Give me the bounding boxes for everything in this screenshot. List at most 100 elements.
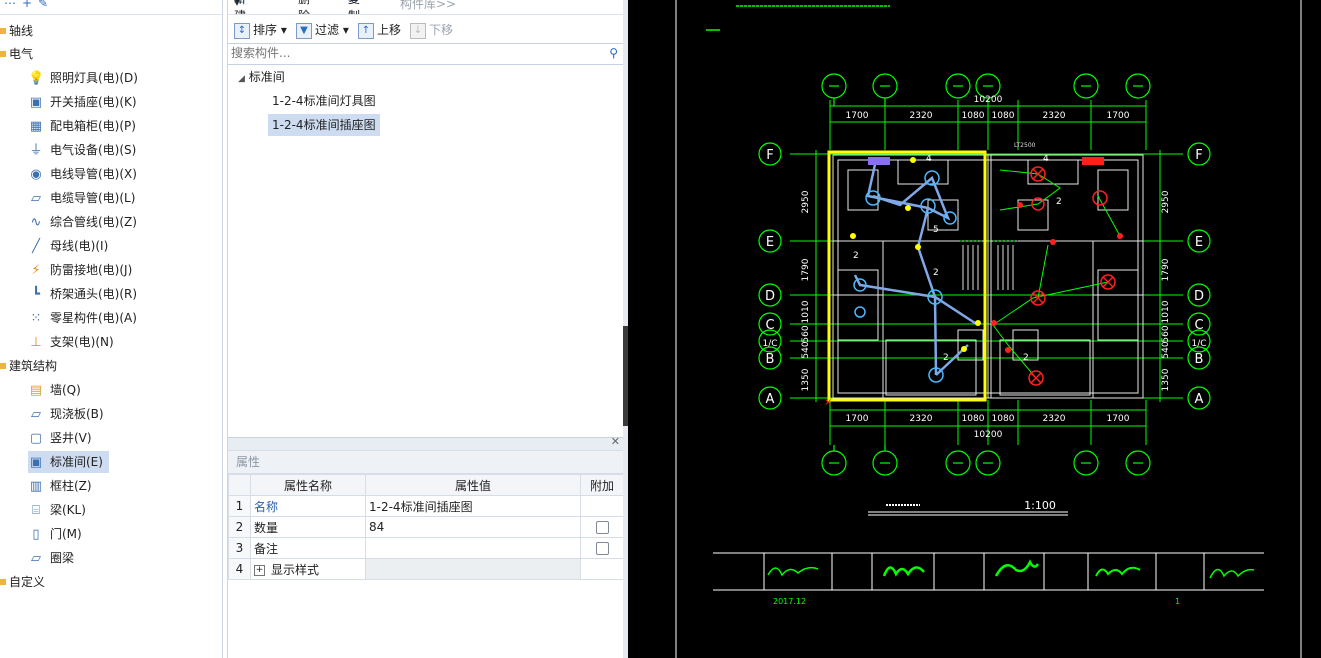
search-icon[interactable]: ⚲ bbox=[609, 46, 618, 60]
tree-item-electrical-device[interactable]: ⏚ 电气设备(电)(S) bbox=[28, 139, 142, 161]
lightning-icon: ⚡ bbox=[31, 262, 41, 278]
tree-item-pipeline[interactable]: ∿ 综合管线(电)(Z) bbox=[28, 211, 143, 233]
item-label: 防雷接地(电)(J) bbox=[50, 263, 133, 277]
side-dim: 1010 bbox=[801, 300, 811, 323]
item-label: 母线(电)(I) bbox=[50, 239, 109, 253]
origin-marker: × bbox=[824, 397, 832, 408]
collapse-arrow-icon[interactable]: ◢ bbox=[238, 74, 245, 84]
svg-text:2: 2 bbox=[1056, 197, 1062, 207]
tree-item-door[interactable]: ▯ 门(M) bbox=[28, 523, 88, 545]
item-label: 综合管线(电)(Z) bbox=[50, 215, 137, 229]
row-number: 1 bbox=[228, 495, 251, 517]
tree-item-switch-socket[interactable]: ▣ 开关插座(电)(K) bbox=[28, 91, 143, 113]
row-label-right: B bbox=[1195, 352, 1204, 367]
filter-button[interactable]: ▼ 过滤 ▾ bbox=[296, 21, 349, 39]
expand-icon[interactable]: + bbox=[254, 564, 265, 576]
side-dim: 1350 bbox=[1161, 368, 1171, 391]
new-button[interactable]: ▢ 新建 ▾ bbox=[234, 0, 246, 14]
tree-category-electrical[interactable]: 电气 bbox=[0, 43, 33, 65]
tree-item-slab[interactable]: ▱ 现浇板(B) bbox=[28, 403, 110, 425]
move-down-button[interactable]: ↓ 下移 bbox=[410, 21, 453, 39]
property-value[interactable] bbox=[365, 537, 581, 559]
component-item[interactable]: 1-2-4标准间灯具图 bbox=[268, 90, 380, 112]
tree-item-wall[interactable]: ▤ 墙(Q) bbox=[28, 379, 87, 401]
extra-checkbox[interactable] bbox=[595, 521, 609, 534]
row-label-left: E bbox=[766, 235, 774, 250]
property-name[interactable]: + 显示样式 bbox=[250, 558, 366, 580]
signature-3 bbox=[994, 559, 1040, 577]
table-row[interactable]: 4 + 显示样式 bbox=[228, 558, 624, 580]
signatures bbox=[767, 559, 1255, 579]
side-dim: 560 bbox=[801, 325, 811, 342]
component-panel: ▢ 新建 ▾ ✕ 删除 ❐ 复制 构件库>> ↕排序 ▾ ▼过滤 ▾ ↑上移 ↓… bbox=[227, 0, 625, 658]
side-dim: 2950 bbox=[801, 190, 811, 213]
bottom-total-dim: 10200 bbox=[974, 430, 1003, 440]
tree-item-distribution-box[interactable]: ▦ 配电箱柜(电)(P) bbox=[28, 115, 142, 137]
table-row[interactable]: 2 数量 84 bbox=[228, 516, 624, 538]
table-row[interactable]: 1 名称 1-2-4标准间插座图 bbox=[228, 495, 624, 517]
property-value[interactable]: 84 bbox=[365, 516, 581, 538]
svg-text:5: 5 bbox=[933, 225, 939, 235]
top-dim: 2320 bbox=[1043, 111, 1066, 121]
bracket-icon: ⊥ bbox=[30, 334, 42, 350]
tree-category-custom[interactable]: 自定义 bbox=[0, 571, 45, 593]
add-icon[interactable]: + bbox=[22, 0, 32, 10]
cad-drawing-view[interactable]: F E D C 1/C B A F E D C 1/C B A 10200 17… bbox=[628, 0, 1321, 658]
library-button[interactable]: 构件库>> bbox=[400, 0, 456, 12]
side-dim: 1790 bbox=[801, 258, 811, 281]
item-label: 电线导管(电)(X) bbox=[50, 167, 137, 181]
sort-button[interactable]: ↕ 排序 ▾ bbox=[234, 21, 287, 39]
tree-item-busbar[interactable]: ╱ 母线(电)(I) bbox=[28, 235, 114, 257]
tree-item-standard-room[interactable]: ▣ 标准间(E) bbox=[28, 451, 109, 473]
properties-header-row: 属性名称 属性值 附加 bbox=[228, 474, 624, 496]
category-label: 轴线 bbox=[9, 24, 34, 38]
table-row[interactable]: 3 备注 bbox=[228, 537, 624, 559]
standard-room-icon: ▣ bbox=[29, 454, 43, 470]
item-label: 照明灯具(电)(D) bbox=[50, 71, 138, 85]
selected-room-frame[interactable] bbox=[827, 150, 987, 402]
properties-title: 属性 bbox=[228, 451, 624, 474]
light-bulb-icon: 💡 bbox=[28, 70, 45, 86]
collapse-icon[interactable]: ⋯ bbox=[4, 0, 16, 10]
move-down-label: 下移 bbox=[429, 23, 454, 37]
busbar-icon: ╱ bbox=[32, 238, 40, 254]
tree-category-structure[interactable]: 建筑结构 bbox=[0, 355, 57, 377]
header-value: 属性值 bbox=[365, 474, 581, 496]
search-input[interactable] bbox=[228, 44, 594, 62]
wall-icon: ▤ bbox=[29, 382, 43, 398]
extra-checkbox[interactable] bbox=[595, 542, 609, 555]
cad-canvas[interactable]: F E D C 1/C B A F E D C 1/C B A 10200 17… bbox=[628, 0, 1321, 658]
tree-item-ring-beam[interactable]: ▱ 圈梁 bbox=[28, 547, 80, 569]
bottom-dim: 1080 bbox=[962, 414, 985, 424]
edit-icon[interactable]: ✎ bbox=[38, 0, 48, 10]
tree-item-tray-joint[interactable]: ┗ 桥架通头(电)(R) bbox=[28, 283, 143, 305]
property-value[interactable]: 1-2-4标准间插座图 bbox=[365, 495, 581, 517]
shaft-icon: ▢ bbox=[29, 430, 43, 446]
tree-item-beam[interactable]: ⌸ 梁(KL) bbox=[28, 499, 92, 521]
tree-item-wire-conduit[interactable]: ◉ 电线导管(电)(X) bbox=[28, 163, 143, 185]
tree-category-axis[interactable]: 轴线 bbox=[0, 20, 33, 42]
group-label: 标准间 bbox=[248, 70, 285, 84]
move-up-button[interactable]: ↑ 上移 bbox=[358, 21, 401, 39]
tree-item-cable-conduit[interactable]: ▱ 电缆导管(电)(L) bbox=[28, 187, 141, 209]
tree-item-lightning[interactable]: ⚡ 防雷接地(电)(J) bbox=[28, 259, 138, 281]
tree-item-column[interactable]: ▥ 框柱(Z) bbox=[28, 475, 98, 497]
tree-item-shaft[interactable]: ▢ 竖井(V) bbox=[28, 427, 98, 449]
row-label-right: D bbox=[1194, 289, 1204, 304]
component-item-selected[interactable]: 1-2-4标准间插座图 bbox=[268, 114, 380, 136]
close-icon[interactable]: ✕ bbox=[611, 435, 620, 448]
component-group[interactable]: ◢ 标准间 bbox=[234, 66, 289, 88]
signature-1 bbox=[767, 566, 819, 577]
top-total-dim: 10200 bbox=[974, 95, 1003, 105]
property-name: 备注 bbox=[250, 537, 366, 559]
tree-item-misc-component[interactable]: ⁙ 零星构件(电)(A) bbox=[28, 307, 143, 329]
tree-item-lighting[interactable]: 💡 照明灯具(电)(D) bbox=[28, 67, 144, 89]
socket-routing-left bbox=[853, 159, 979, 376]
item-label: 框柱(Z) bbox=[50, 479, 92, 493]
left-tree-panel: ⋯ + ✎ 轴线 电气 💡 照明灯具(电)(D) ▣ 开关插座(电)(K) ▦ 配电箱… bbox=[0, 0, 223, 658]
side-dim: 1350 bbox=[801, 368, 811, 391]
top-dim: 1080 bbox=[962, 111, 985, 121]
row-label-left: C bbox=[765, 318, 774, 333]
tree-item-bracket[interactable]: ⊥ 支架(电)(N) bbox=[28, 331, 120, 353]
component-toolbar-top: ▢ 新建 ▾ ✕ 删除 ❐ 复制 构件库>> bbox=[228, 0, 624, 15]
